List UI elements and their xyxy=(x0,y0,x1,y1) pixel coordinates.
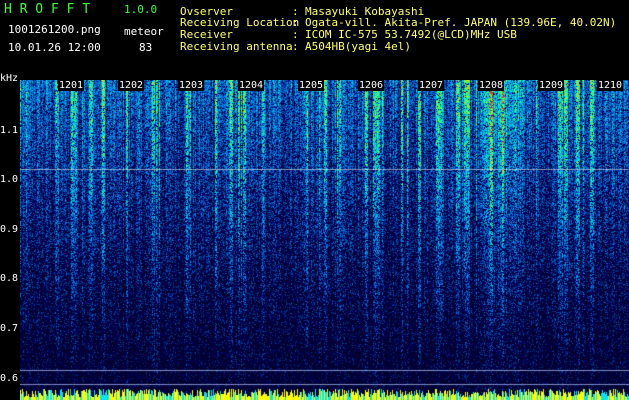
y-tick-0.8: 0.8 xyxy=(0,273,19,284)
app-title: H R O F F T xyxy=(4,2,91,17)
y-tick-0.7: 0.7 xyxy=(0,323,19,334)
observation-datetime: 10.01.26 12:00 xyxy=(8,41,101,54)
time-label: 1205 xyxy=(298,80,325,91)
antenna-colon: : xyxy=(292,40,299,53)
axis-unit: kHz xyxy=(0,73,19,84)
location-label: Receiving Location xyxy=(180,16,300,29)
antenna-label: Receiving antenna xyxy=(180,40,293,53)
y-tick-1.1: 1.1 xyxy=(0,125,19,136)
time-label: 1206 xyxy=(358,80,385,91)
location-value: Ogata-vill. Akita-Pref. JAPAN (139.96E, … xyxy=(305,16,617,29)
receiver-colon: : xyxy=(292,28,299,41)
receiver-label: Receiver xyxy=(180,28,233,41)
meteor-label: meteor xyxy=(124,25,164,38)
spectrogram xyxy=(20,80,629,400)
y-tick-0.6: 0.6 xyxy=(0,373,19,384)
meteor-count: 83 xyxy=(139,41,153,54)
time-label: 1203 xyxy=(178,80,205,91)
time-label: 1204 xyxy=(238,80,265,91)
antenna-value: A504HB(yagi 4el) xyxy=(305,40,411,53)
time-label: 1208 xyxy=(478,80,505,91)
time-label: 1201 xyxy=(58,80,85,91)
time-label: 1209 xyxy=(538,80,565,91)
time-label: 1202 xyxy=(118,80,145,91)
time-label: 1207 xyxy=(418,80,445,91)
file-name: 1001261200.png xyxy=(8,23,101,36)
y-tick-1.0: 1.0 xyxy=(0,174,19,185)
receiver-value: ICOM IC-575 53.7492(@LCD)MHz USB xyxy=(305,28,517,41)
hroft-window: H R O F F T 1.0.0 1001261200.png 10.01.2… xyxy=(0,0,629,400)
location-colon: : xyxy=(292,16,299,29)
y-tick-0.9: 0.9 xyxy=(0,224,19,235)
app-version: 1.0.0 xyxy=(124,3,158,16)
time-label: 1210 xyxy=(597,80,624,91)
